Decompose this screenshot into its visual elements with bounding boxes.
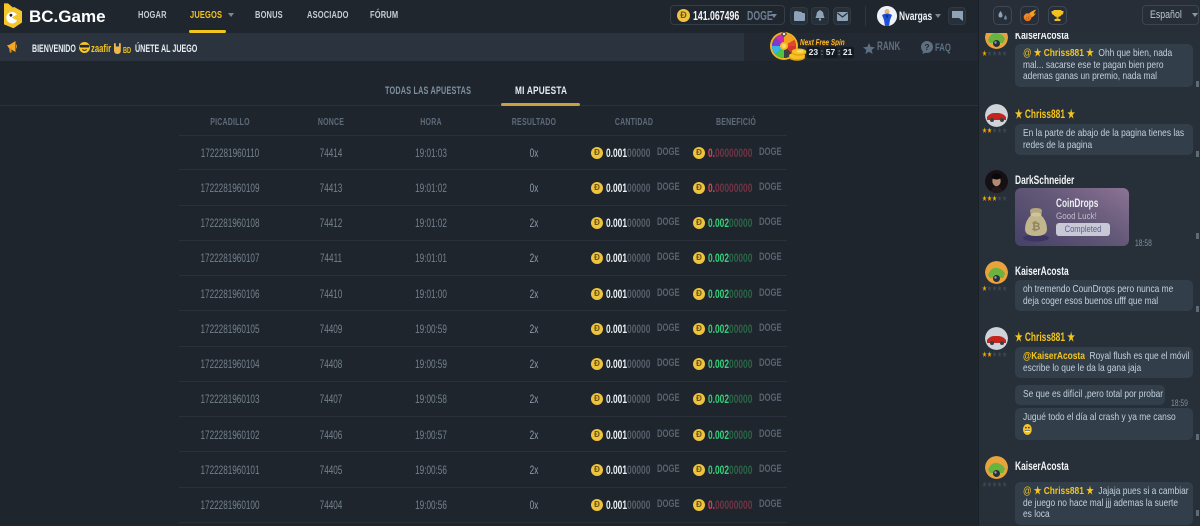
svg-text:B: B [1025, 16, 1029, 22]
svg-text:?: ? [924, 42, 929, 52]
svg-text:₿: ₿ [1032, 221, 1041, 233]
